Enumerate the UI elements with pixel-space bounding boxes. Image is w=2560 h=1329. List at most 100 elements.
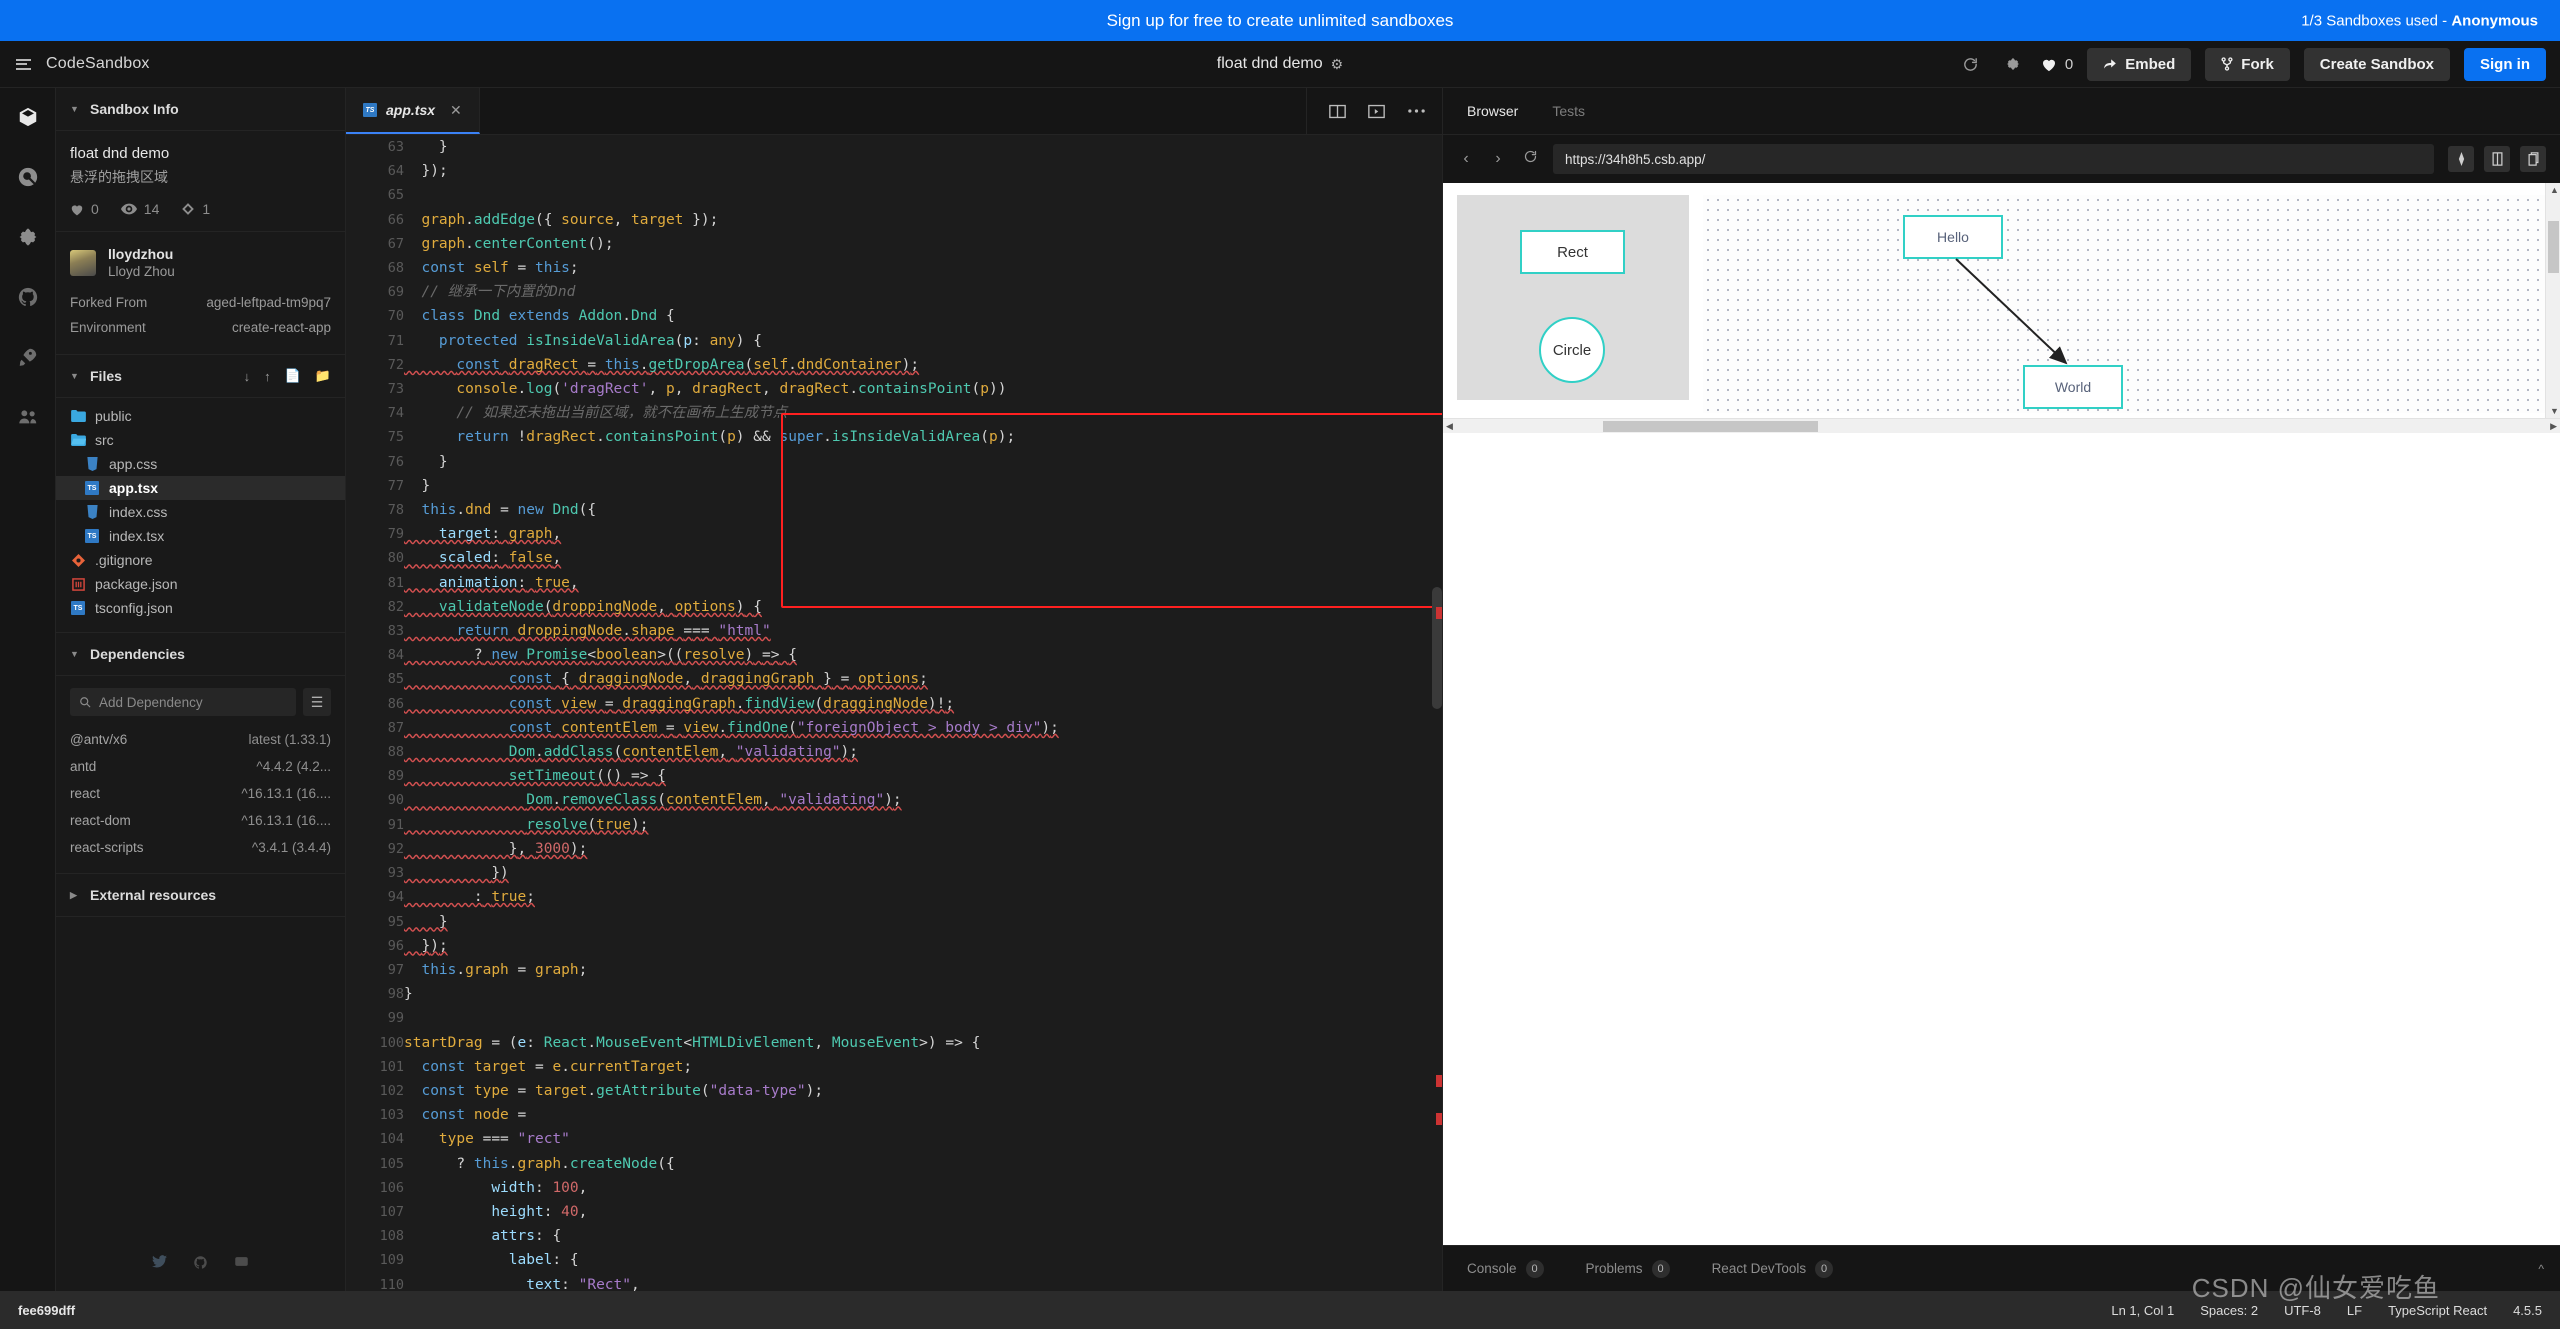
external-resources-section-header[interactable]: ▶ External resources [56, 873, 345, 917]
back-arrow-icon[interactable]: ‹ [1457, 150, 1475, 168]
file-tree-item-index-css[interactable]: index.css [56, 500, 345, 524]
github-icon[interactable] [193, 1255, 208, 1273]
more-options-icon[interactable] [1407, 108, 1426, 114]
search-icon[interactable] [13, 162, 43, 192]
responsive-icon[interactable] [2448, 146, 2474, 172]
line-source[interactable]: startDrag = (e: React.MouseEvent<HTMLDiv… [404, 1031, 1442, 1055]
line-source[interactable]: } [404, 450, 1442, 474]
dependency-version[interactable]: ^3.4.1 (3.4.4) [252, 840, 331, 855]
new-folder-icon[interactable]: 📁 [315, 368, 331, 384]
dnd-palette-panel[interactable]: Rect Circle [1457, 195, 1689, 400]
line-source[interactable]: const node = [404, 1103, 1442, 1127]
console-tab-problems[interactable]: Problems0 [1586, 1260, 1670, 1278]
file-tree-item-public[interactable]: public [56, 404, 345, 428]
likes-group[interactable]: 0 [2041, 56, 2073, 73]
preview-icon[interactable] [1368, 104, 1385, 119]
palette-shape-rect[interactable]: Rect [1520, 230, 1625, 274]
line-source[interactable] [404, 1006, 1442, 1030]
line-source[interactable]: }); [404, 159, 1442, 183]
commit-hash[interactable]: fee699dff [18, 1303, 75, 1318]
line-source[interactable]: this.dnd = new Dnd({ [404, 498, 1442, 522]
reload-icon[interactable] [1521, 149, 1539, 169]
console-tab-react-devtools[interactable]: React DevTools0 [1712, 1260, 1834, 1278]
preview-tab-tests[interactable]: Tests [1552, 103, 1585, 119]
preview-hscroll-thumb[interactable] [1603, 421, 1818, 432]
embed-button[interactable]: Embed [2087, 48, 2191, 81]
line-source[interactable]: graph.centerContent(); [404, 232, 1442, 256]
close-icon[interactable]: ✕ [450, 102, 462, 119]
live-collab-icon[interactable] [13, 402, 43, 432]
line-source[interactable]: animation: true, [404, 571, 1442, 595]
line-source[interactable]: : true; [404, 885, 1442, 909]
dependency-version[interactable]: ^16.13.1 (16.... [241, 813, 331, 828]
graph-node-world[interactable]: World [2023, 365, 2123, 409]
line-source[interactable]: } [404, 910, 1442, 934]
line-source[interactable]: class Dnd extends Addon.Dnd { [404, 304, 1442, 328]
twitter-icon[interactable] [152, 1255, 167, 1273]
line-source[interactable]: const target = e.currentTarget; [404, 1055, 1442, 1079]
line-source[interactable]: const view = draggingGraph.findView(drag… [404, 692, 1442, 716]
scroll-up-icon[interactable]: ▲ [2550, 185, 2559, 195]
file-tree-item--gitignore[interactable]: .gitignore [56, 548, 345, 572]
fork-button[interactable]: Fork [2205, 48, 2290, 81]
gear-icon[interactable] [1999, 50, 2027, 78]
signup-promo-bar[interactable]: Sign up for free to create unlimited san… [0, 0, 2560, 41]
file-tree-item-index-tsx[interactable]: TSindex.tsx [56, 524, 345, 548]
line-source[interactable]: width: 100, [404, 1176, 1442, 1200]
expand-console-icon[interactable]: ^ [2538, 1262, 2544, 1276]
file-tree-item-app-css[interactable]: app.css [56, 452, 345, 476]
line-source[interactable]: }) [404, 861, 1442, 885]
forward-arrow-icon[interactable]: › [1489, 150, 1507, 168]
line-source[interactable]: ? this.graph.createNode({ [404, 1152, 1442, 1176]
line-source[interactable]: height: 40, [404, 1200, 1442, 1224]
line-source[interactable]: this.graph = graph; [404, 958, 1442, 982]
scroll-down-icon[interactable]: ▼ [2550, 406, 2559, 416]
files-section-header[interactable]: ▼ Files ↓ ↑ 📄 📁 [56, 355, 345, 398]
new-window-icon[interactable] [2520, 146, 2546, 172]
download-icon[interactable]: ↓ [244, 369, 251, 384]
editor-error-marker[interactable] [1436, 1075, 1442, 1087]
palette-shape-circle[interactable]: Circle [1539, 317, 1605, 383]
preview-vscroll-thumb[interactable] [2548, 221, 2559, 273]
deploy-rocket-icon[interactable] [13, 342, 43, 372]
add-dependency-input[interactable]: Add Dependency [70, 688, 296, 716]
author-row[interactable]: lloydzhou Lloyd Zhou [56, 232, 345, 290]
sign-in-button[interactable]: Sign in [2464, 48, 2546, 81]
editor-vertical-scrollbar[interactable] [1432, 587, 1442, 709]
split-pane-icon[interactable] [2484, 146, 2510, 172]
line-source[interactable]: type === "rect" [404, 1127, 1442, 1151]
line-source[interactable]: attrs: { [404, 1224, 1442, 1248]
brand-label[interactable]: CodeSandbox [46, 55, 150, 73]
preview-iframe[interactable]: Rect Circle Hello World [1443, 183, 2560, 1245]
code-editor[interactable]: 63 }64 });6566 graph.addEdge({ source, t… [346, 135, 1442, 1291]
menu-hamburger-icon[interactable] [0, 56, 46, 72]
preview-tab-browser[interactable]: Browser [1467, 103, 1518, 119]
dependency-menu-icon[interactable]: ☰ [303, 688, 331, 716]
dependency-version[interactable]: latest (1.33.1) [248, 732, 331, 747]
line-source[interactable]: const dragRect = this.getDropArea(self.d… [404, 353, 1442, 377]
line-source[interactable]: scaled: false, [404, 546, 1442, 570]
language-mode[interactable]: TypeScript React [2388, 1303, 2487, 1318]
console-tab-console[interactable]: Console0 [1467, 1260, 1544, 1278]
refresh-icon[interactable] [1957, 50, 1985, 78]
dependency-row[interactable]: react^16.13.1 (16.... [56, 780, 345, 807]
preview-horizontal-scrollbar[interactable]: ◀ ▶ [1443, 418, 2560, 433]
line-source[interactable]: text: "Rect", [404, 1273, 1442, 1291]
upload-icon[interactable]: ↑ [264, 369, 271, 384]
dependency-row[interactable]: @antv/x6latest (1.33.1) [56, 726, 345, 753]
preview-vertical-scrollbar[interactable]: ▲ ▼ [2545, 183, 2560, 418]
line-source[interactable]: graph.addEdge({ source, target }); [404, 208, 1442, 232]
file-tree-item-tsconfig-json[interactable]: TStsconfig.json [56, 596, 345, 620]
graph-node-hello[interactable]: Hello [1903, 215, 2003, 259]
gear-icon[interactable] [13, 222, 43, 252]
cursor-position[interactable]: Ln 1, Col 1 [2111, 1303, 2174, 1318]
eol-setting[interactable]: LF [2347, 1303, 2362, 1318]
dependency-row[interactable]: antd^4.4.2 (4.2... [56, 753, 345, 780]
line-source[interactable]: const self = this; [404, 256, 1442, 280]
line-source[interactable] [404, 183, 1442, 207]
line-source[interactable]: const type = target.getAttribute("data-t… [404, 1079, 1442, 1103]
split-view-icon[interactable] [1329, 104, 1346, 119]
line-source[interactable]: console.log('dragRect', p, dragRect, dra… [404, 377, 1442, 401]
dependency-version[interactable]: ^4.4.2 (4.2... [256, 759, 331, 774]
editor-error-marker[interactable] [1436, 1113, 1442, 1125]
